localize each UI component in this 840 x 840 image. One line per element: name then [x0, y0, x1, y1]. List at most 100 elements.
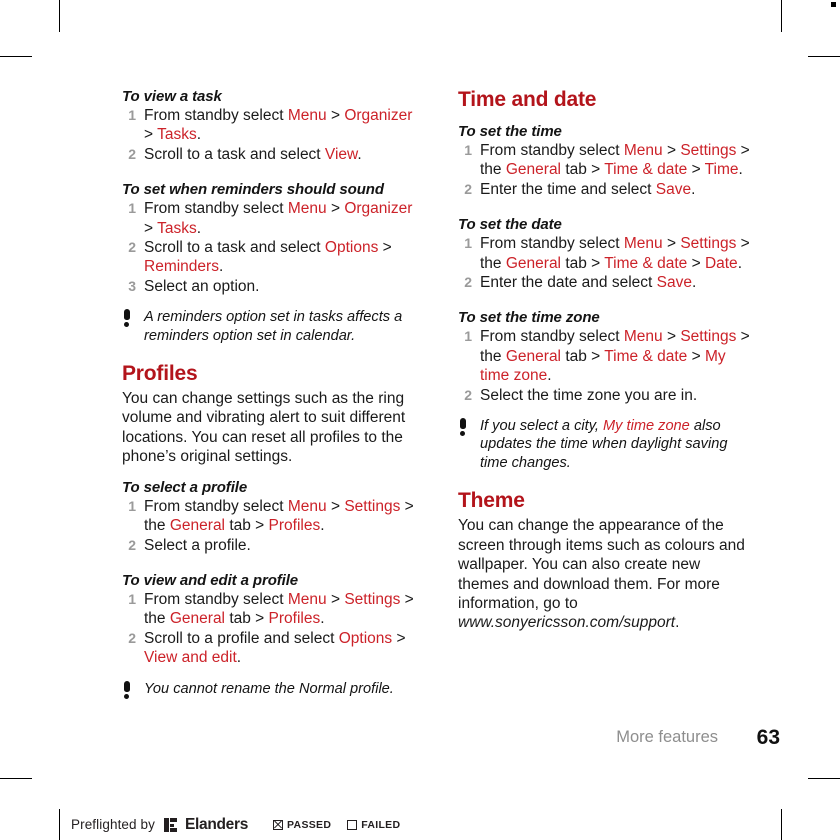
- step-text: From standby select Menu > Organizer > T…: [144, 200, 413, 237]
- note-text: A reminders option set in tasks affects …: [144, 309, 403, 344]
- procedure-step: 1 From standby select Menu > Organizer > …: [122, 199, 414, 238]
- step-text: Select the time zone you are in.: [480, 386, 698, 404]
- procedure-title-view-task: To view a task: [122, 88, 222, 105]
- crop-mark-bottom-right-vertical: [781, 809, 783, 840]
- preflight-label: Preflighted by: [71, 817, 155, 832]
- step-text: From standby select Menu > Settings > th…: [480, 235, 750, 272]
- step-number: 2: [128, 629, 136, 646]
- right-column: Time and date To set the time 1 From stan…: [458, 88, 750, 633]
- step-number: 2: [464, 274, 472, 291]
- procedure-step: 1 From standby select Menu > Settings > t…: [122, 497, 414, 536]
- procedure-step: 1 From standby select Menu > Settings > t…: [458, 234, 750, 273]
- note-reminders-calendar: A reminders option set in tasks affects …: [122, 308, 414, 345]
- preflight-passed-state: PASSED: [273, 819, 331, 831]
- preflight-failed-state: FAILED: [347, 819, 400, 831]
- steps-view-task: 1 From standby select Menu > Organizer > …: [122, 106, 414, 164]
- crop-mark-bottom-right-horizontal: [808, 778, 840, 780]
- procedure-step: 1 From standby select Menu > Settings > t…: [122, 590, 414, 629]
- step-number: 2: [128, 536, 136, 553]
- note-select-city: If you select a city, My time zone also …: [458, 417, 750, 472]
- procedure-title-view-edit-profile: To view and edit a profile: [122, 571, 299, 589]
- steps-view-edit-profile: 1 From standby select Menu > Settings > t…: [122, 590, 414, 668]
- procedure-step: 3 Select an option.: [122, 277, 414, 296]
- step-number: 3: [128, 277, 136, 294]
- step-number: 1: [464, 235, 472, 252]
- section-heading-profiles: Profiles: [122, 362, 198, 386]
- procedure-step: 2 Select a profile.: [122, 536, 414, 555]
- procedure-step: 2 Select the time zone you are in.: [458, 386, 750, 405]
- exclamation-icon: [459, 418, 467, 437]
- step-number: 1: [128, 497, 136, 514]
- procedure-title-set-time: To set the time: [458, 123, 562, 140]
- step-text: Scroll to a profile and select Options >…: [144, 629, 406, 667]
- manual-page: To view a task 1 From standby select Menu…: [0, 0, 840, 775]
- procedure-step: 1 From standby select Menu > Settings > t…: [458, 327, 750, 385]
- step-text: Select an option.: [144, 277, 260, 295]
- crop-mark-bottom-left-horizontal: [0, 778, 32, 780]
- preflight-passed-label: PASSED: [287, 818, 332, 831]
- note-text: If you select a city, My time zone also …: [480, 418, 728, 471]
- steps-set-time-zone: 1 From standby select Menu > Settings > t…: [458, 327, 750, 405]
- procedure-step: 2 Scroll to a profile and select Options …: [122, 629, 414, 668]
- steps-set-time: 1 From standby select Menu > Settings > t…: [458, 141, 750, 199]
- checkbox-unchecked-icon: [347, 819, 358, 830]
- page-footer: More features 63: [0, 726, 840, 758]
- section-heading-theme: Theme: [458, 489, 525, 513]
- exclamation-icon: [123, 309, 131, 328]
- section-body-profiles: You can change settings such as the ring…: [122, 390, 406, 466]
- steps-select-profile: 1 From standby select Menu > Settings > t…: [122, 497, 414, 555]
- step-number: 1: [128, 590, 136, 607]
- elanders-logo-icon: [163, 817, 177, 832]
- step-number: 1: [464, 142, 472, 158]
- section-body-theme: You can change the appearance of the scr…: [458, 517, 745, 632]
- step-text: Enter the time and select Save.: [480, 180, 696, 198]
- step-text: Select a profile.: [144, 536, 251, 554]
- step-number: 1: [464, 328, 472, 345]
- procedure-title-reminders-sound: To set when reminders should sound: [122, 181, 384, 199]
- preflight-stamp-bar: Preflighted by Elanders PASSED FAILED: [60, 809, 400, 840]
- step-text: From standby select Menu > Settings > th…: [480, 328, 750, 385]
- procedure-title-set-time-zone: To set the time zone: [458, 309, 600, 327]
- procedure-title-select-profile: To select a profile: [122, 478, 248, 496]
- checkbox-checked-icon: [273, 819, 284, 830]
- preflight-brand-name: Elanders: [184, 815, 249, 833]
- footer-page-number: 63: [756, 726, 780, 749]
- step-text: From standby select Menu > Settings > th…: [144, 590, 414, 628]
- step-text: From standby select Menu > Settings > th…: [144, 497, 414, 535]
- step-number: 2: [128, 145, 136, 162]
- step-number: 2: [464, 180, 472, 197]
- step-text: Scroll to a task and select Options > Re…: [144, 239, 392, 276]
- step-number: 1: [128, 107, 136, 123]
- section-heading-time-and-date: Time and date: [458, 88, 597, 111]
- step-number: 2: [464, 386, 472, 403]
- preflight-failed-label: FAILED: [361, 818, 401, 831]
- steps-reminders-sound: 1 From standby select Menu > Organizer > …: [122, 199, 414, 296]
- step-number: 2: [128, 239, 136, 256]
- note-text: You cannot rename the Normal profile.: [144, 680, 394, 697]
- procedure-step: 1 From standby select Menu > Organizer > …: [122, 106, 414, 145]
- step-text: Enter the date and select Save.: [480, 274, 697, 292]
- left-column: To view a task 1 From standby select Menu…: [122, 88, 414, 699]
- step-text: Scroll to a task and select View.: [144, 145, 362, 163]
- procedure-step: 2 Enter the time and select Save.: [458, 180, 750, 199]
- exclamation-icon: [123, 680, 131, 699]
- procedure-step: 1 From standby select Menu > Settings > t…: [458, 141, 750, 180]
- footer-chapter-label: More features: [616, 728, 718, 746]
- step-number: 1: [128, 200, 136, 217]
- procedure-step: 2 Enter the date and select Save.: [458, 273, 750, 292]
- procedure-step: 2 Scroll to a task and select View.: [122, 145, 414, 164]
- steps-set-date: 1 From standby select Menu > Settings > t…: [458, 234, 750, 292]
- note-rename-normal-profile: You cannot rename the Normal profile.: [122, 680, 414, 699]
- procedure-title-set-date: To set the date: [458, 216, 562, 234]
